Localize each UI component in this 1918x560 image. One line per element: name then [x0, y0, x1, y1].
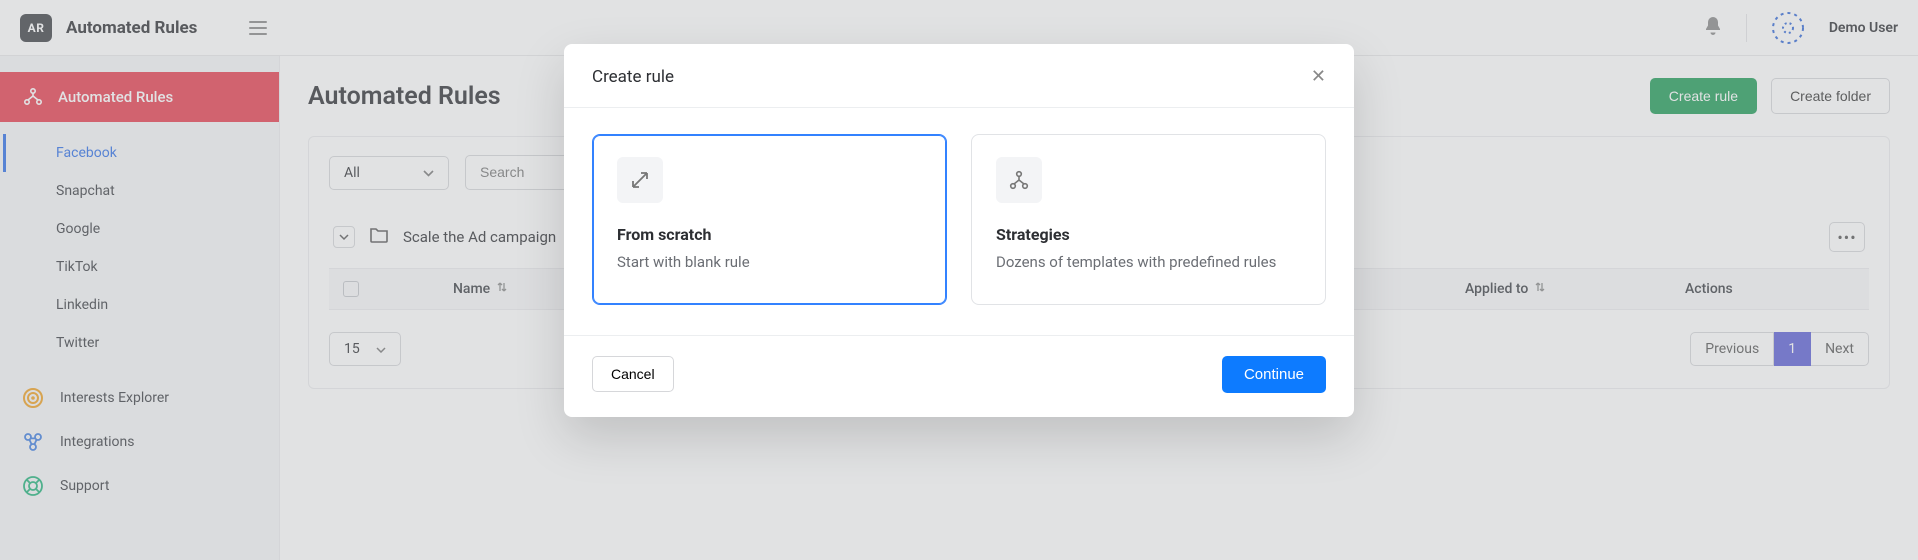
- option-desc: Dozens of templates with predefined rule…: [996, 252, 1301, 274]
- close-icon[interactable]: ✕: [1311, 66, 1326, 87]
- continue-button[interactable]: Continue: [1222, 356, 1326, 393]
- option-desc: Start with blank rule: [617, 252, 922, 274]
- option-strategies[interactable]: Strategies Dozens of templates with pred…: [971, 134, 1326, 305]
- cancel-button[interactable]: Cancel: [592, 356, 674, 392]
- strategies-icon: [996, 157, 1042, 203]
- option-title: Strategies: [996, 225, 1301, 244]
- modal-title: Create rule: [592, 67, 674, 87]
- modal-overlay[interactable]: Create rule ✕ From scratch Start with bl…: [0, 0, 1918, 560]
- option-title: From scratch: [617, 225, 922, 244]
- arrow-expand-icon: [617, 157, 663, 203]
- option-from-scratch[interactable]: From scratch Start with blank rule: [592, 134, 947, 305]
- create-rule-modal: Create rule ✕ From scratch Start with bl…: [564, 44, 1354, 417]
